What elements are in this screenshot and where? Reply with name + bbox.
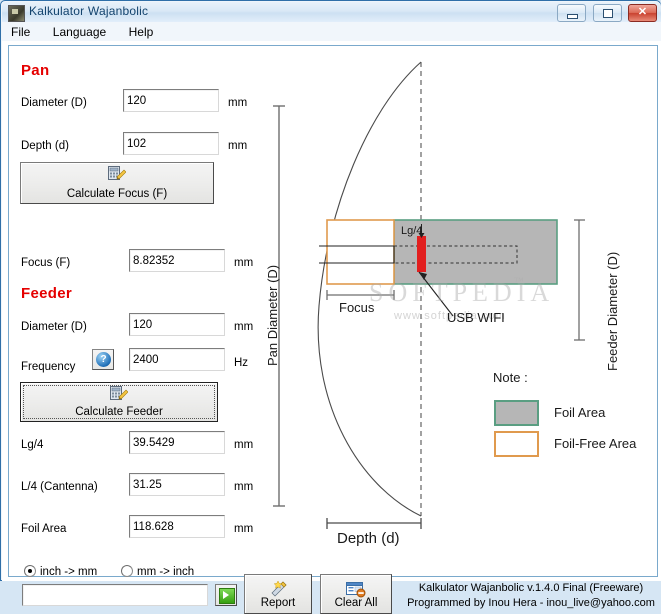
legend-label-foil-area: Foil Area xyxy=(554,405,605,420)
antenna-diagram: SOFTPEDIA ™ www.softpedia.com Pan Diamet… xyxy=(249,48,655,558)
title-bar: Kalkulator Wajanbolic ✕ xyxy=(2,2,661,23)
l4-cantenna-input[interactable] xyxy=(129,473,225,496)
minimize-button[interactable] xyxy=(557,4,586,22)
credits-line-2: Programmed by Inou Hera - inou_live@yaho… xyxy=(407,596,655,611)
foil-area-label: Foil Area xyxy=(21,523,66,535)
convert-go-button[interactable] xyxy=(215,584,237,606)
calculator-icon xyxy=(110,386,128,401)
pan-depth-unit: mm xyxy=(228,140,247,152)
lg4-label: Lg/4 xyxy=(21,439,43,451)
l4-cantenna-label: L/4 (Cantenna) xyxy=(21,481,98,493)
calculate-focus-button[interactable]: Calculate Focus (F) xyxy=(20,162,214,204)
radio-mm-to-inch-mark xyxy=(121,565,133,577)
application-window: Kalkulator Wajanbolic ✕ File Language He… xyxy=(0,0,661,581)
play-triangle-icon xyxy=(223,591,229,599)
frequency-help-button[interactable]: ? xyxy=(92,349,114,370)
maximize-icon xyxy=(603,9,613,18)
usb-wifi-element xyxy=(417,236,426,272)
usb-wifi-diagram-label: USB WIFI xyxy=(447,310,505,325)
report-label: Report xyxy=(245,597,311,609)
clear-all-button[interactable]: Clear All xyxy=(320,574,392,614)
radio-inch-to-mm[interactable]: inch -> mm xyxy=(24,565,97,578)
converter-input[interactable] xyxy=(22,584,208,606)
menu-item-language[interactable]: Language xyxy=(44,23,115,41)
focus-value-input[interactable] xyxy=(129,249,225,272)
radio-inch-to-mm-mark xyxy=(24,565,36,577)
feeder-diameter-dimension xyxy=(574,220,585,340)
help-icon: ? xyxy=(96,352,111,367)
wand-icon xyxy=(267,580,289,598)
depth-dimension xyxy=(327,518,421,529)
report-button[interactable]: Report xyxy=(244,574,312,614)
minimize-icon xyxy=(567,14,578,19)
maximize-button[interactable] xyxy=(593,4,622,22)
radio-mm-to-inch-label: mm -> inch xyxy=(137,566,194,578)
credits-line-1: Kalkulator Wajanbolic v.1.4.0 Final (Fre… xyxy=(407,581,655,596)
clear-all-label: Clear All xyxy=(321,597,391,609)
feeder-diameter-axis-label: Feeder Diameter (D) xyxy=(605,252,620,371)
parabola-curve xyxy=(318,62,421,516)
legend-label-foil-free-area: Foil-Free Area xyxy=(554,436,636,451)
pan-diameter-input[interactable] xyxy=(123,89,219,112)
clear-icon xyxy=(345,580,367,598)
radio-inch-to-mm-label: inch -> mm xyxy=(40,566,97,578)
window-controls: ✕ xyxy=(555,4,657,21)
pan-diameter-unit: mm xyxy=(228,97,247,109)
legend-swatch-foil-free-area xyxy=(494,431,539,457)
menu-item-help[interactable]: Help xyxy=(120,23,163,41)
depth-dimension-label: Depth (d) xyxy=(337,530,400,547)
pan-depth-input[interactable] xyxy=(123,132,219,155)
radio-mm-to-inch[interactable]: mm -> inch xyxy=(121,565,194,578)
focus-dimension xyxy=(327,290,394,300)
focus-label: Focus (F) xyxy=(21,257,70,269)
frequency-unit: Hz xyxy=(234,357,248,369)
window-title: Kalkulator Wajanbolic xyxy=(29,4,148,18)
calculator-icon xyxy=(108,166,126,181)
lg4-diagram-label: Lg/4 xyxy=(401,225,422,237)
calculate-feeder-button[interactable]: Calculate Feeder xyxy=(20,382,218,422)
feeder-section-title: Feeder xyxy=(21,285,72,302)
calculate-feeder-label: Calculate Feeder xyxy=(21,406,217,418)
feeder-diameter-label: Diameter (D) xyxy=(21,321,87,333)
pan-section-title: Pan xyxy=(21,62,49,79)
foil-area-input[interactable] xyxy=(129,515,225,538)
menu-bar: File Language Help xyxy=(2,22,661,42)
pan-depth-label: Depth (d) xyxy=(21,140,69,152)
feeder-diameter-input[interactable] xyxy=(129,313,225,336)
close-icon: ✕ xyxy=(629,5,656,21)
frequency-input[interactable] xyxy=(129,348,225,371)
menu-item-file[interactable]: File xyxy=(2,23,39,41)
pan-diameter-axis-label: Pan Diameter (D) xyxy=(265,265,280,366)
close-button[interactable]: ✕ xyxy=(628,4,657,22)
client-area: Pan Diameter (D) mm Depth (d) mm xyxy=(2,41,661,581)
focus-dimension-label: Focus xyxy=(339,300,374,315)
foil-free-area-rect xyxy=(327,220,394,284)
note-title: Note : xyxy=(493,370,528,385)
legend-swatch-foil-area xyxy=(494,400,539,426)
main-panel: Pan Diameter (D) mm Depth (d) mm xyxy=(8,45,658,577)
lg4-input[interactable] xyxy=(129,431,225,454)
calculate-focus-label: Calculate Focus (F) xyxy=(21,188,213,200)
frequency-label: Frequency xyxy=(21,361,75,373)
pan-diameter-label: Diameter (D) xyxy=(21,97,87,109)
diagram-svg xyxy=(249,48,655,558)
app-icon xyxy=(8,5,25,22)
